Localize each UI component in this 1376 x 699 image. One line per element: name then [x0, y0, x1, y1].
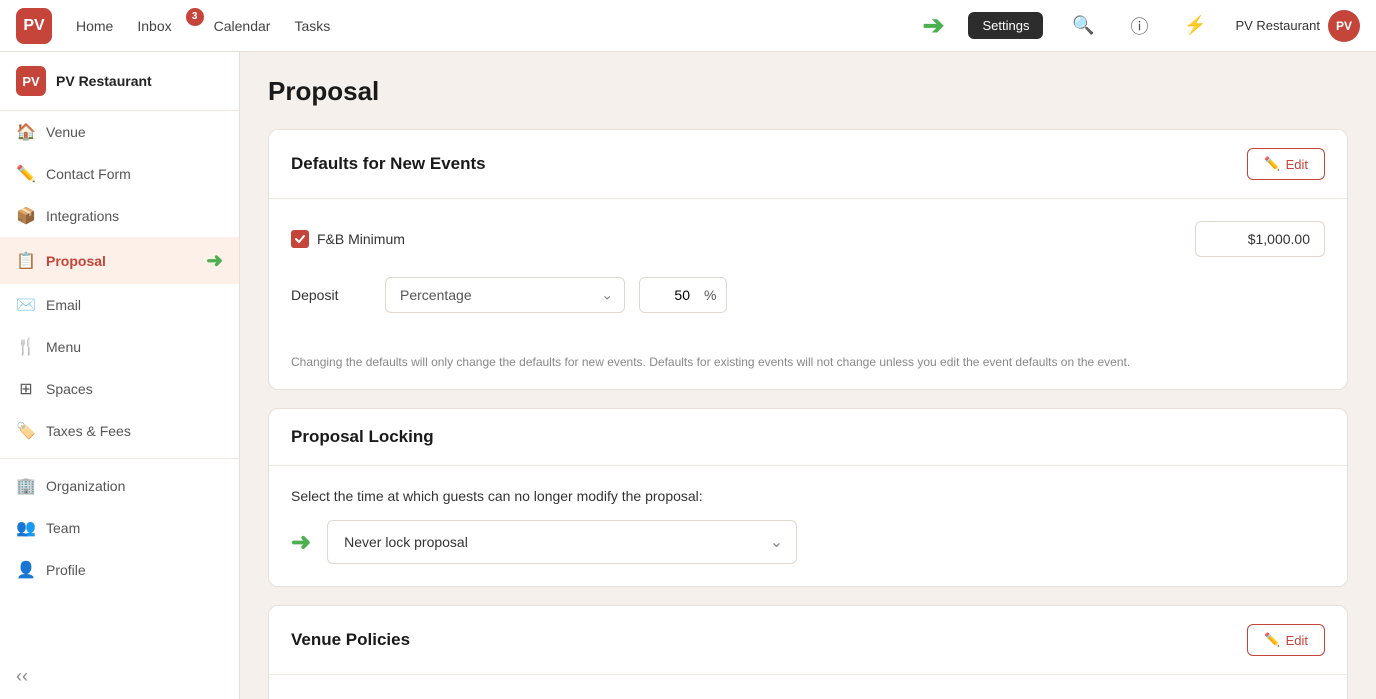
settings-arrow-indicator: ➔	[923, 10, 945, 41]
spaces-icon: ⊞	[16, 379, 36, 399]
sidebar-item-proposal[interactable]: 📋 Proposal ➜	[0, 237, 239, 284]
sidebar-item-profile[interactable]: 👤 Profile	[0, 549, 239, 591]
defaults-section-body: F&B Minimum Deposit Percentage Flat Amou…	[269, 199, 1347, 353]
profile-icon: 👤	[16, 560, 36, 580]
deposit-type-select-wrap: Percentage Flat Amount ⌄	[385, 277, 625, 313]
nav-inbox[interactable]: Inbox 3	[137, 14, 189, 38]
search-icon[interactable]: 🔍	[1067, 10, 1099, 42]
sidebar-item-label-integrations: Integrations	[46, 208, 119, 224]
proposal-arrow-indicator: ➜	[206, 248, 223, 273]
venue-policies-title: Venue Policies	[291, 630, 410, 650]
defaults-section-header: Defaults for New Events ✏️ Edit	[269, 130, 1347, 199]
venue-policies-section: Venue Policies ✏️ Edit	[268, 605, 1348, 699]
email-icon: ✉️	[16, 295, 36, 315]
venue-edit-pencil-icon: ✏️	[1264, 632, 1280, 648]
sidebar-collapse-button[interactable]: ‹‹	[0, 654, 239, 699]
inbox-badge: 3	[186, 8, 204, 26]
defaults-section-title: Defaults for New Events	[291, 154, 486, 174]
fb-minimum-label: F&B Minimum	[317, 231, 405, 247]
page-title: Proposal	[268, 76, 1348, 107]
sidebar-item-team[interactable]: 👥 Team	[0, 507, 239, 549]
percent-sign: %	[700, 278, 726, 312]
deposit-label: Deposit	[291, 287, 371, 303]
deposit-value-wrap: %	[639, 277, 727, 313]
venue-policies-body	[269, 675, 1347, 699]
menu-icon: 🍴	[16, 337, 36, 357]
sidebar-item-label-spaces: Spaces	[46, 381, 93, 397]
contact-form-icon: ✏️	[16, 164, 36, 184]
sidebar-item-organization[interactable]: 🏢 Organization	[0, 465, 239, 507]
defaults-edit-button[interactable]: ✏️ Edit	[1247, 148, 1325, 180]
integrations-icon: 📦	[16, 206, 36, 226]
sidebar-item-venue[interactable]: 🏠 Venue	[0, 111, 239, 153]
sidebar-item-label-contact-form: Contact Form	[46, 166, 131, 182]
team-icon: 👥	[16, 518, 36, 538]
sidebar-item-label-organization: Organization	[46, 478, 125, 494]
deposit-row: Deposit Percentage Flat Amount ⌄ %	[291, 277, 1325, 313]
venue-icon: 🏠	[16, 122, 36, 142]
sidebar-brand-icon: PV	[16, 66, 46, 96]
fb-minimum-checkbox-wrap[interactable]: F&B Minimum	[291, 230, 405, 248]
checkmark-icon	[294, 233, 306, 245]
sidebar-item-label-team: Team	[46, 520, 80, 536]
defaults-section: Defaults for New Events ✏️ Edit F&	[268, 129, 1348, 390]
organization-icon: 🏢	[16, 476, 36, 496]
main-content: Proposal Defaults for New Events ✏️ Edit	[240, 52, 1376, 699]
fb-minimum-row: F&B Minimum	[291, 221, 1325, 257]
locking-section: Proposal Locking Select the time at whic…	[268, 408, 1348, 587]
user-name: PV Restaurant	[1235, 18, 1320, 33]
nav-tasks[interactable]: Tasks	[294, 14, 330, 38]
sidebar-item-label-venue: Venue	[46, 124, 86, 140]
fb-minimum-checkbox[interactable]	[291, 230, 309, 248]
venue-policies-edit-button[interactable]: ✏️ Edit	[1247, 624, 1325, 656]
sidebar-item-contact-form[interactable]: ✏️ Contact Form	[0, 153, 239, 195]
lock-select[interactable]: Never lock proposal 1 day before event 2…	[327, 520, 797, 564]
collapse-icon: ‹‹	[16, 666, 28, 687]
top-navigation: PV Home Inbox 3 Calendar Tasks ➔ Setting…	[0, 0, 1376, 52]
sidebar-item-label-email: Email	[46, 297, 81, 313]
sidebar-item-integrations[interactable]: 📦 Integrations	[0, 195, 239, 237]
help-icon[interactable]: ⓘ	[1123, 10, 1155, 42]
fb-minimum-input[interactable]	[1195, 221, 1325, 257]
user-menu[interactable]: PV Restaurant PV	[1235, 10, 1360, 42]
sidebar-item-menu[interactable]: 🍴 Menu	[0, 326, 239, 368]
nav-home[interactable]: Home	[76, 14, 113, 38]
app-logo: PV	[16, 8, 52, 44]
sidebar-item-spaces[interactable]: ⊞ Spaces	[0, 368, 239, 410]
sidebar-item-email[interactable]: ✉️ Email	[0, 284, 239, 326]
proposal-icon: 📋	[16, 251, 36, 271]
taxes-fees-icon: 🏷️	[16, 421, 36, 441]
locking-section-header: Proposal Locking	[269, 409, 1347, 466]
settings-button[interactable]: Settings	[968, 12, 1043, 39]
sidebar-brand: PV PV Restaurant	[0, 52, 239, 111]
user-avatar: PV	[1328, 10, 1360, 42]
locking-section-title: Proposal Locking	[291, 427, 434, 447]
locking-description: Select the time at which guests can no l…	[291, 488, 1325, 504]
sidebar-item-label-proposal: Proposal	[46, 253, 106, 269]
defaults-note: Changing the defaults will only change t…	[269, 353, 1347, 389]
lock-select-arrow-indicator: ➜	[291, 528, 311, 557]
nav-calendar[interactable]: Calendar	[214, 14, 271, 38]
venue-policies-header: Venue Policies ✏️ Edit	[269, 606, 1347, 675]
sidebar: PV PV Restaurant 🏠 Venue ✏️ Contact Form…	[0, 52, 240, 699]
edit-pencil-icon: ✏️	[1264, 156, 1280, 172]
lock-select-wrap: Never lock proposal 1 day before event 2…	[327, 520, 797, 564]
sidebar-item-label-profile: Profile	[46, 562, 86, 578]
sidebar-brand-name: PV Restaurant	[56, 73, 152, 89]
deposit-type-select[interactable]: Percentage Flat Amount	[385, 277, 625, 313]
sidebar-item-label-taxes-fees: Taxes & Fees	[46, 423, 131, 439]
activity-icon[interactable]: ⚡	[1179, 10, 1211, 42]
sidebar-item-taxes-fees[interactable]: 🏷️ Taxes & Fees	[0, 410, 239, 452]
deposit-value-input[interactable]	[640, 278, 700, 312]
locking-section-body: Select the time at which guests can no l…	[269, 466, 1347, 586]
sidebar-item-label-menu: Menu	[46, 339, 81, 355]
